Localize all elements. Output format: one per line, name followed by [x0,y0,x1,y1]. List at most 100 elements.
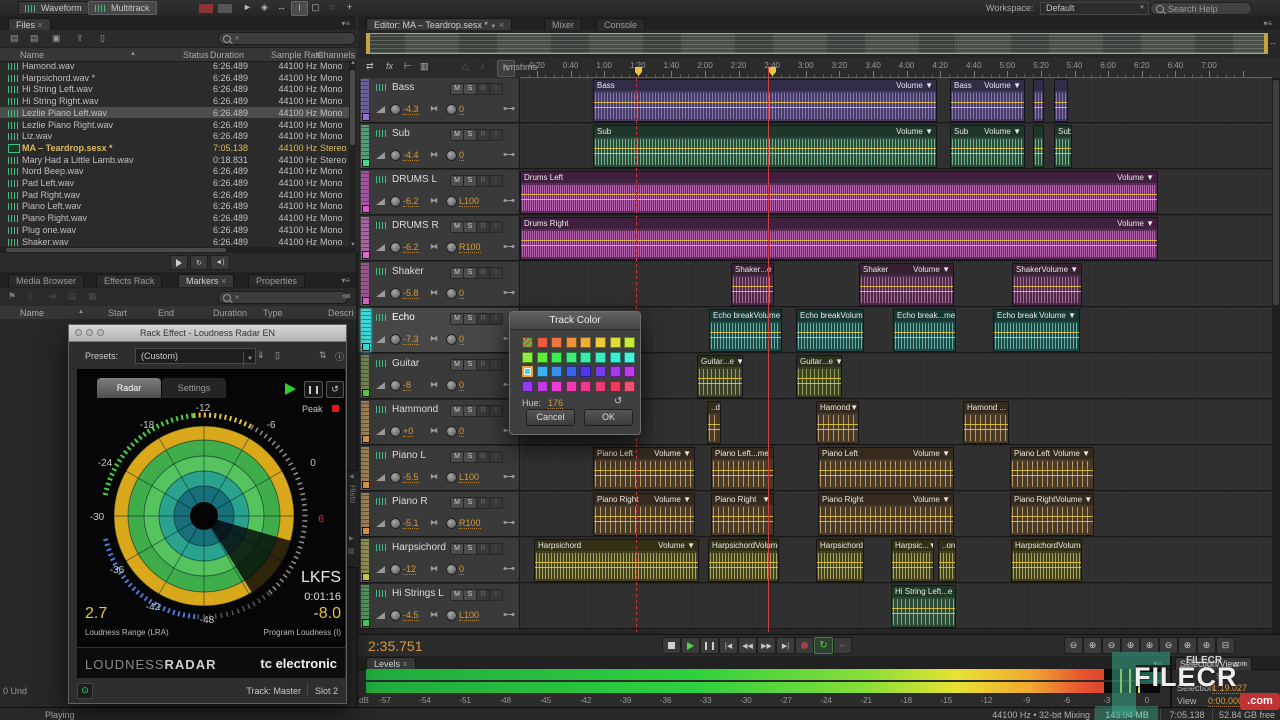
track-mute-button[interactable]: M [450,497,464,509]
track-mute-button[interactable]: M [450,267,464,279]
scroll-up-icon[interactable]: ▲ [350,60,356,66]
save-preset-icon[interactable]: ⇓ [257,350,265,361]
scroll-thumb[interactable] [6,248,226,252]
column-header-duration[interactable]: Duration [210,50,244,60]
color-swatch[interactable] [610,381,621,392]
track-solo-button[interactable]: S [463,589,477,601]
audio-clip[interactable]: ..ord [938,539,956,582]
file-row[interactable]: Lezlie Piano Left.wav6:26.48944100 HzMon… [0,107,349,119]
track-header-hi-strings-l[interactable]: Hi Strings LMSRI-4.5⧓L100 [360,584,520,629]
tab-selection-view[interactable]: Selection/View × [1175,657,1252,670]
clip-volume-dropdown[interactable]: ▼ [1006,402,1008,413]
auto-play-button[interactable]: ◄) [210,255,230,270]
audio-clip[interactable]: Harpsic...▼ [891,539,934,582]
track-lane-shaker[interactable]: Shaker...e ▼ShakerVolume ▼ShakerVolume ▼ [520,262,1272,307]
track-name[interactable]: Shaker [392,266,448,277]
play-button[interactable] [681,637,700,654]
zoom-button-3[interactable]: ⊕ [1121,637,1140,654]
volume-value[interactable]: -6.2 [403,196,419,207]
pan-value[interactable]: 0 [459,288,464,299]
color-swatch[interactable] [580,366,591,377]
workspace-select[interactable]: Default ▼ [1040,2,1149,15]
file-row[interactable]: Hi String Left.wav6:26.48944100 HzMono [0,83,349,95]
no-color-swatch[interactable] [522,337,533,348]
tab-radar[interactable]: Radar [97,378,161,398]
color-swatch[interactable] [580,381,591,392]
close-icon[interactable]: × [221,276,226,286]
track-arm-record-button[interactable]: R [476,359,490,371]
rewind-button[interactable]: ◀◀ [738,637,757,654]
pan-knob[interactable] [446,518,457,529]
audio-clip[interactable]: Piano LeftVolume ▼ [593,447,695,490]
file-row[interactable]: Mary Had a Little Lamb.wav0:18.83144100 … [0,154,349,166]
export-marker-icon[interactable]: ▦ [88,291,97,302]
zoom-button-8[interactable]: ⊟ [1216,637,1235,654]
pan-knob[interactable] [446,564,457,575]
markers-columns-header[interactable]: NameStartEndDurationTypeDescri▲ [0,306,356,320]
zoom-button-7[interactable]: ⊕ [1197,637,1216,654]
pan-knob[interactable] [446,610,457,621]
volume-knob[interactable] [390,334,401,345]
go-start-button[interactable]: |◀ [719,637,738,654]
clip-volume-dropdown[interactable]: Volume ▼ [896,80,933,91]
audio-clip[interactable]: Piano RightVolume ▼ [1010,493,1094,536]
track-mute-button[interactable]: M [450,313,464,325]
track-mute-button[interactable]: M [450,451,464,463]
track-solo-button[interactable]: S [463,451,477,463]
keyframes-icon[interactable] [503,197,515,204]
volume-value[interactable]: -6.2 [403,242,419,253]
track-solo-button[interactable]: S [463,129,477,141]
zoom-button-2[interactable]: ⊖ [1102,637,1121,654]
track-solo-button[interactable]: S [463,405,477,417]
track-monitor-input-button[interactable]: I [489,129,503,141]
track-mute-button[interactable]: M [450,543,464,555]
multitrack-view-button[interactable]: Multitrack [88,1,157,15]
presets-select[interactable]: (Custom) ▼ [135,348,256,364]
track-mute-button[interactable]: M [450,129,464,141]
clip-volume-dropdown[interactable]: Volume ▼ [896,126,933,137]
color-swatch[interactable] [624,337,635,348]
column-header-name[interactable]: Name [20,50,44,60]
file-row[interactable]: Hamond.wav6:26.48944100 HzMono [0,60,349,72]
pan-value[interactable]: 0 [459,564,464,575]
track-monitor-input-button[interactable]: I [489,221,503,233]
track-name[interactable]: Hammond [392,404,448,415]
track-arm-record-button[interactable]: R [476,221,490,233]
track-monitor-input-button[interactable]: I [489,543,503,555]
overview-navigator[interactable] [366,33,1268,54]
track-solo-button[interactable]: S [463,313,477,325]
color-swatch[interactable] [537,366,548,377]
track-arm-record-button[interactable]: R [476,405,490,417]
color-swatch[interactable] [624,381,635,392]
skip-selection-button[interactable]: ↦ [833,637,852,654]
volume-value[interactable]: -4.3 [403,104,419,115]
track-header-piano-l[interactable]: Piano LMSRI-5.5⧓L100 [360,446,520,491]
column-header-channels[interactable]: Channels [317,50,355,60]
column-header-status[interactable]: Status [183,50,209,60]
tab-effects-rack[interactable]: Effects Rack [96,274,162,287]
volume-value[interactable]: -5.1 [403,518,419,529]
keyframes-icon[interactable] [503,289,515,296]
track-header-harpsichord[interactable]: HarpsichordMSRI-12⧓0 [360,538,520,583]
zoom-button-0[interactable]: ⊖ [1064,637,1083,654]
razor-tool[interactable]: ◈ [257,1,272,14]
marquee-tool[interactable]: ▢ [308,1,323,14]
scrub-tool[interactable]: + [342,1,357,14]
files-vscrollbar[interactable]: ▲ ▼ [349,60,356,248]
audio-clip[interactable]: HarpsichordVolume ▼ [1011,539,1082,582]
ruler-units[interactable]: hms [503,62,520,72]
monitor-input-icon[interactable]: ♪ [480,61,485,71]
audio-clip[interactable]: Harpsichord▼ [816,539,864,582]
metronome-icon[interactable]: ▥ [420,61,429,72]
file-row[interactable]: Plug one.wav6:26.48944100 HzMono [0,224,349,236]
ibeam-tool[interactable]: I [291,1,308,16]
panel-menu-icon[interactable]: ▾≡ [1153,659,1162,668]
track-solo-button[interactable]: S [463,267,477,279]
routing-icon[interactable]: ⇅ [319,350,327,361]
track-lane-harpsichord[interactable]: HarpsichordVolume ▼HarpsichordVolume ▼Ha… [520,538,1272,583]
zoom-button-1[interactable]: ⊕ [1083,637,1102,654]
loop-playback-button[interactable]: ↻ [814,637,833,654]
track-solo-button[interactable]: S [463,359,477,371]
lasso-tool[interactable]: ◌ [325,1,340,14]
color-swatch[interactable] [551,352,562,363]
